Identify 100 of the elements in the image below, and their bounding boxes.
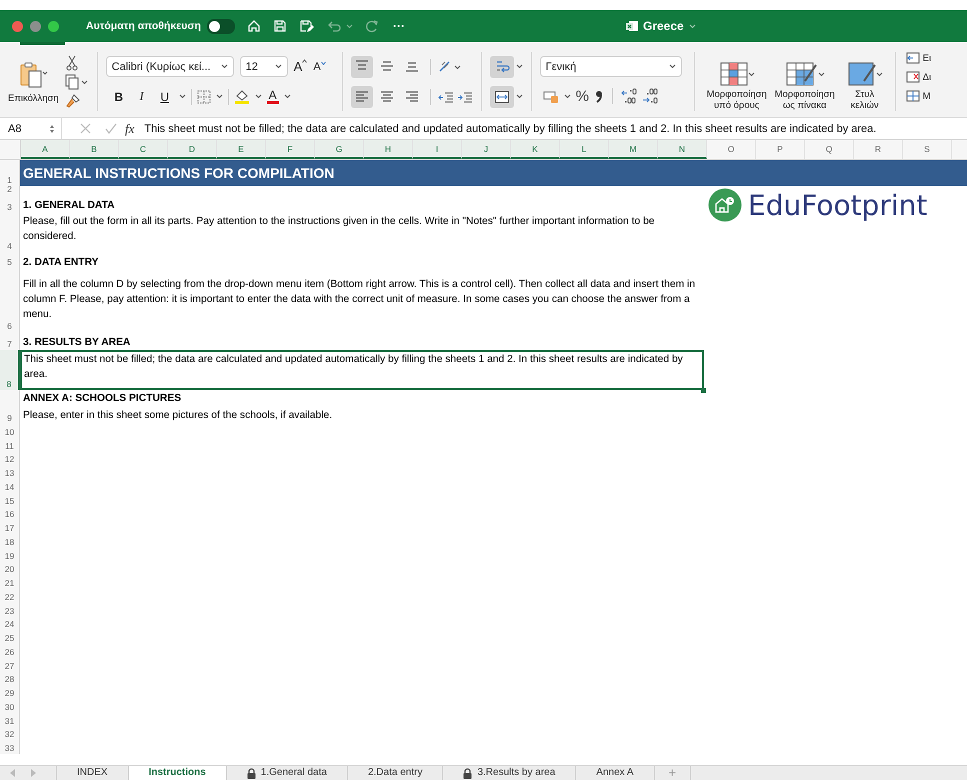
caret-icon[interactable] bbox=[284, 94, 291, 99]
column-header[interactable]: M bbox=[609, 140, 658, 159]
sheet-tab[interactable]: 3.Results by area bbox=[442, 766, 576, 780]
conditional-styles-button[interactable]: Μορφοποίηση υπό όρους bbox=[704, 61, 769, 111]
column-header[interactable]: A bbox=[21, 140, 70, 159]
row-header[interactable]: 11 bbox=[0, 438, 20, 452]
row-header[interactable]: 5 bbox=[0, 252, 20, 268]
row-header[interactable]: 26 bbox=[0, 644, 20, 658]
save-as-icon[interactable] bbox=[298, 19, 314, 33]
caret-icon[interactable] bbox=[564, 94, 571, 98]
column-header[interactable]: H bbox=[364, 140, 413, 159]
row-header[interactable]: 2 bbox=[0, 186, 20, 195]
borders-icon[interactable] bbox=[196, 90, 211, 104]
underline-button[interactable]: U bbox=[156, 90, 174, 104]
caret-icon[interactable] bbox=[668, 64, 676, 69]
number-format-dropdown[interactable]: Γενική bbox=[540, 56, 682, 77]
caret-icon[interactable] bbox=[220, 64, 228, 69]
more-button[interactable]: ··· bbox=[392, 19, 405, 33]
percent-button[interactable]: % bbox=[576, 88, 590, 104]
font-size-dropdown[interactable]: 12 bbox=[240, 56, 288, 77]
increase-indent-icon[interactable] bbox=[456, 90, 473, 104]
row-header[interactable]: 20 bbox=[0, 562, 20, 576]
row-header[interactable]: 25 bbox=[0, 630, 20, 644]
row-header[interactable]: 19 bbox=[0, 548, 20, 562]
column-header[interactable]: F bbox=[266, 140, 315, 159]
column-header[interactable]: C bbox=[119, 140, 168, 159]
wrap-text-button[interactable] bbox=[490, 56, 514, 78]
row-header[interactable]: 1 bbox=[0, 160, 20, 186]
caret-icon[interactable] bbox=[178, 94, 186, 99]
save-icon[interactable] bbox=[272, 19, 287, 33]
bold-button[interactable]: B bbox=[110, 90, 128, 104]
row-header[interactable]: 27 bbox=[0, 658, 20, 672]
row-header[interactable]: 7 bbox=[0, 332, 20, 350]
sheet-tab[interactable]: 2.Data entry bbox=[346, 766, 442, 780]
row-header[interactable]: 28 bbox=[0, 672, 20, 686]
row-header[interactable]: 16 bbox=[0, 506, 20, 520]
increase-decimal-icon[interactable] bbox=[621, 88, 638, 104]
row-header[interactable]: 23 bbox=[0, 602, 20, 616]
row-header[interactable]: 30 bbox=[0, 699, 20, 713]
currency-icon[interactable] bbox=[542, 89, 559, 103]
cell-styles-button[interactable]: Στυλ κελιών bbox=[840, 61, 889, 111]
increase-font-size-button[interactable]: A bbox=[294, 59, 308, 74]
column-header[interactable]: E bbox=[217, 140, 266, 159]
sheet-tab[interactable]: Instructions bbox=[128, 766, 226, 780]
row-header[interactable]: 9 bbox=[0, 390, 20, 424]
caret-icon[interactable] bbox=[274, 64, 282, 69]
row-header[interactable]: 14 bbox=[0, 479, 20, 493]
home-icon[interactable] bbox=[246, 19, 261, 33]
column-header[interactable]: Q bbox=[805, 140, 854, 159]
decrease-decimal-icon[interactable] bbox=[642, 88, 658, 104]
column-header[interactable]: D bbox=[168, 140, 217, 159]
row-header[interactable]: 32 bbox=[0, 726, 20, 740]
table-styles-button[interactable]: Μορφοποίηση ως πίνακα bbox=[772, 61, 837, 111]
row-header[interactable]: 13 bbox=[0, 465, 20, 479]
column-header[interactable]: R bbox=[854, 140, 903, 159]
name-box[interactable]: A8 bbox=[0, 118, 62, 139]
font-color-button[interactable]: A bbox=[266, 89, 279, 104]
caret-icon[interactable] bbox=[516, 94, 523, 99]
row-header[interactable]: 31 bbox=[0, 712, 20, 726]
decrease-indent-icon[interactable] bbox=[438, 90, 454, 104]
delete-cells-button[interactable]: Δι bbox=[906, 69, 932, 85]
row-header[interactable]: 8 bbox=[0, 350, 20, 390]
font-name-dropdown[interactable]: Calibri (Κυρίως κεί... bbox=[106, 56, 234, 77]
decrease-font-size-button[interactable]: A bbox=[313, 60, 326, 72]
insert-function-button[interactable]: fx bbox=[125, 120, 134, 136]
column-header[interactable]: P bbox=[756, 140, 805, 159]
italic-button[interactable]: I bbox=[132, 89, 151, 104]
row-header[interactable]: 15 bbox=[0, 492, 20, 506]
column-header[interactable]: K bbox=[511, 140, 560, 159]
cut-icon[interactable] bbox=[64, 54, 79, 70]
row-header[interactable]: 33 bbox=[0, 740, 20, 754]
comma-style-icon[interactable] bbox=[594, 89, 604, 103]
align-left-button[interactable] bbox=[350, 86, 373, 108]
fill-handle[interactable] bbox=[701, 388, 706, 393]
column-header[interactable]: N bbox=[658, 140, 707, 159]
row-header[interactable]: 21 bbox=[0, 575, 20, 589]
column-header[interactable]: I bbox=[413, 140, 462, 159]
row-header[interactable]: 29 bbox=[0, 685, 20, 699]
row-header[interactable]: 24 bbox=[0, 616, 20, 630]
row-header[interactable]: 12 bbox=[0, 452, 20, 466]
column-header[interactable]: J bbox=[462, 140, 511, 159]
column-header[interactable]: L bbox=[560, 140, 609, 159]
fill-color-icon[interactable] bbox=[234, 89, 250, 104]
copy-icon[interactable] bbox=[64, 74, 89, 90]
row-header[interactable]: 17 bbox=[0, 520, 20, 534]
row-header[interactable]: 18 bbox=[0, 534, 20, 548]
format-cells-button[interactable]: Μ bbox=[906, 88, 932, 104]
caret-icon[interactable] bbox=[254, 94, 262, 99]
row-header[interactable]: 3 bbox=[0, 195, 20, 213]
caret-icon[interactable] bbox=[216, 94, 223, 99]
row-header[interactable]: 10 bbox=[0, 424, 20, 438]
column-header[interactable]: S bbox=[903, 140, 952, 159]
paste-button[interactable]: Επικόλληση bbox=[8, 60, 59, 104]
merge-cells-button[interactable] bbox=[490, 86, 514, 108]
column-header[interactable]: G bbox=[315, 140, 364, 159]
align-top-button[interactable] bbox=[350, 56, 373, 78]
caret-icon[interactable] bbox=[516, 64, 523, 69]
insert-cells-button[interactable]: Ει bbox=[906, 50, 932, 66]
row-header[interactable]: 6 bbox=[0, 268, 20, 332]
format-painter-icon[interactable] bbox=[64, 92, 81, 108]
